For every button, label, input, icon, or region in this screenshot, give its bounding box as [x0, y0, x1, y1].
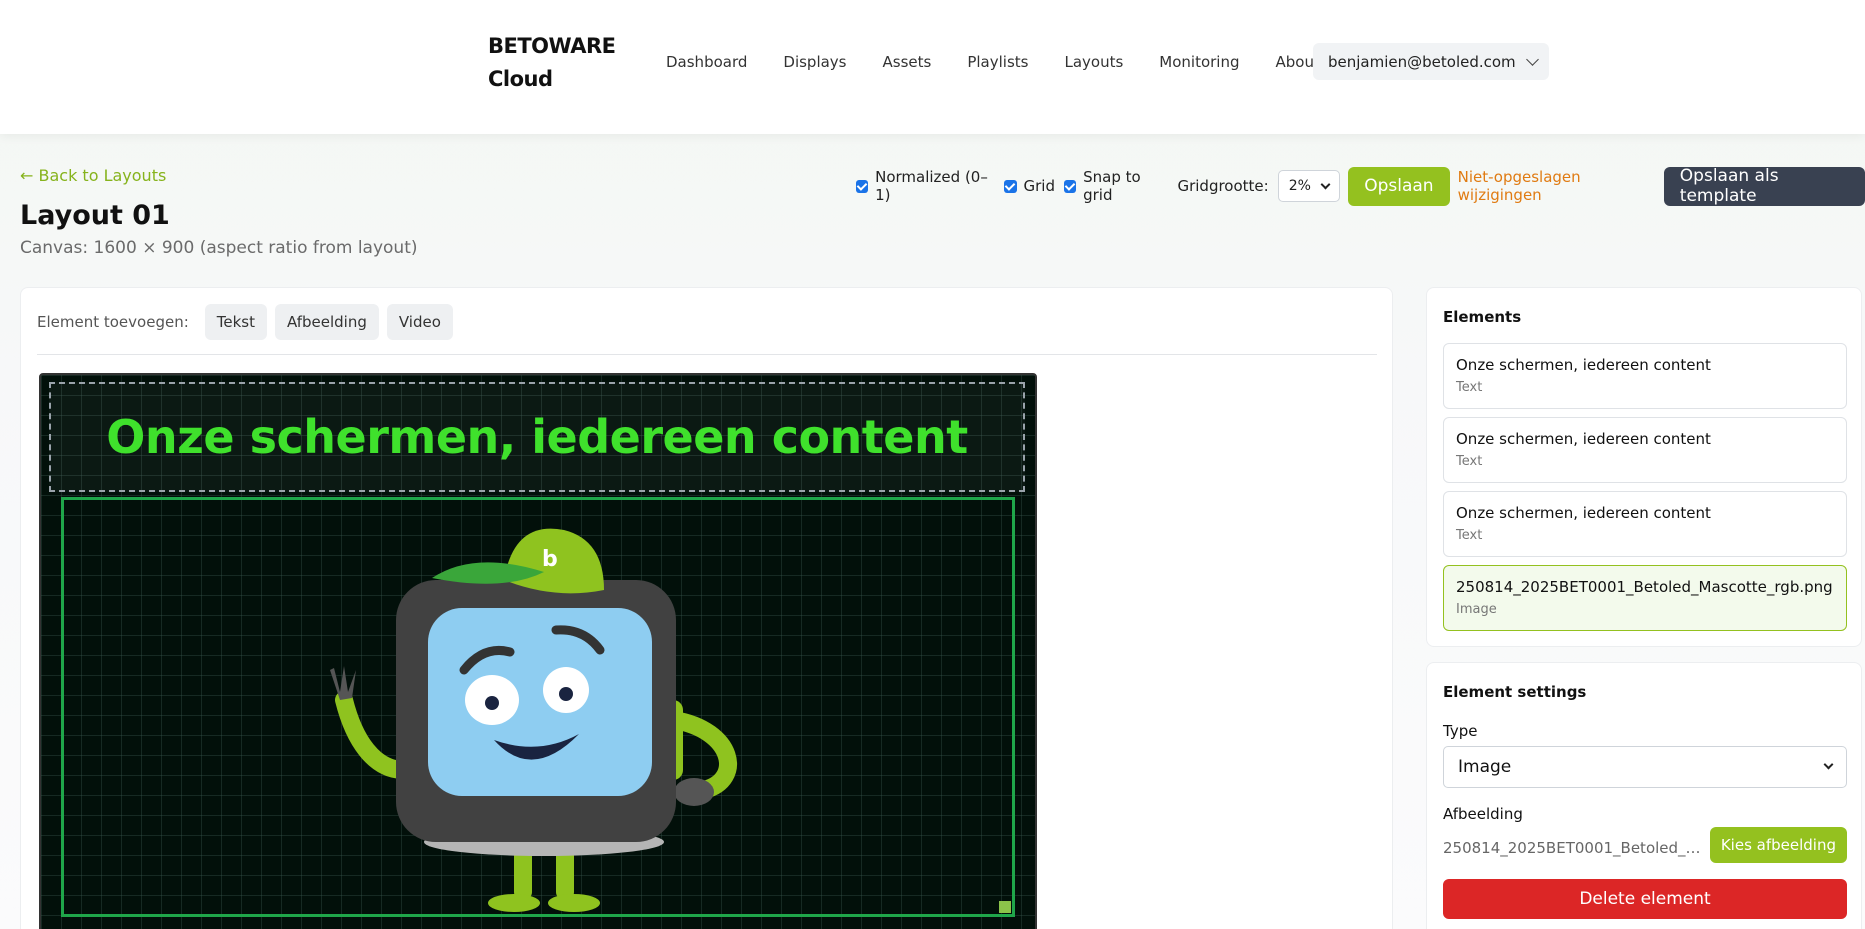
- brand-line-2: Cloud: [488, 67, 553, 91]
- gridsize-label: Gridgrootte:: [1177, 177, 1269, 195]
- brand-line-1: BETOWARE: [488, 34, 616, 58]
- element-type: Text: [1456, 380, 1483, 395]
- top-navbar: BETOWARE Cloud Dashboard Displays Assets…: [0, 0, 1865, 134]
- normalized-checkbox[interactable]: [856, 179, 869, 193]
- add-video-button[interactable]: Video: [386, 304, 453, 340]
- nav-dashboard[interactable]: Dashboard: [666, 44, 747, 80]
- type-select[interactable]: Image: [1443, 746, 1847, 788]
- normalized-toggle[interactable]: Normalized (0–1): [856, 168, 995, 204]
- grid-checkbox[interactable]: [1003, 179, 1017, 193]
- chevron-down-icon: [1525, 52, 1539, 66]
- add-element-bar: Element toevoegen: Tekst Afbeelding Vide…: [37, 304, 461, 340]
- nav-displays[interactable]: Displays: [783, 44, 846, 80]
- element-name: 250814_2025BET0001_Betoled_Mascotte_rgb.…: [1456, 578, 1833, 596]
- brand-logo[interactable]: BETOWARE Cloud: [488, 30, 618, 96]
- mascot-image: b: [330, 528, 737, 912]
- canvas-text-element[interactable]: Onze schermen, iedereen content: [49, 382, 1025, 492]
- back-to-layouts-link[interactable]: ← Back to Layouts: [20, 166, 166, 185]
- gridsize-select[interactable]: 2%: [1277, 170, 1341, 202]
- unsaved-changes-indicator: Niet-opgeslagen wijzigingen: [1457, 168, 1581, 204]
- page-title: Layout 01: [20, 200, 170, 231]
- element-list-item[interactable]: Onze schermen, iedereen content Text: [1443, 491, 1847, 557]
- settings-panel-title: Element settings: [1443, 683, 1587, 701]
- element-list-item[interactable]: Onze schermen, iedereen content Text: [1443, 417, 1847, 483]
- element-name: Onze schermen, iedereen content: [1456, 356, 1711, 374]
- nav-assets[interactable]: Assets: [883, 44, 932, 80]
- resize-handle[interactable]: [999, 901, 1011, 913]
- element-type: Text: [1456, 454, 1483, 469]
- snap-toggle[interactable]: Snap to grid: [1064, 168, 1168, 204]
- layout-toolbar: Normalized (0–1) Grid Snap to grid Gridg…: [856, 166, 1865, 206]
- elements-panel: Elements Onze schermen, iedereen content…: [1426, 287, 1862, 647]
- add-image-button[interactable]: Afbeelding: [275, 304, 379, 340]
- gridsize-value: 2%: [1288, 178, 1311, 194]
- choose-image-button[interactable]: Kies afbeelding: [1709, 827, 1847, 863]
- element-type: Image: [1456, 602, 1497, 617]
- delete-element-button[interactable]: Delete element: [1443, 879, 1847, 919]
- normalized-label: Normalized (0–1): [875, 168, 988, 204]
- element-settings-panel: Element settings Type Image Afbeelding 2…: [1426, 662, 1862, 929]
- main-nav: Dashboard Displays Assets Playlists Layo…: [666, 44, 1356, 80]
- nav-layouts[interactable]: Layouts: [1064, 44, 1123, 80]
- user-menu-button[interactable]: benjamien@betoled.com: [1313, 43, 1549, 80]
- element-name: Onze schermen, iedereen content: [1456, 430, 1711, 448]
- add-text-button[interactable]: Tekst: [204, 304, 267, 340]
- element-list-item[interactable]: Onze schermen, iedereen content Text: [1443, 343, 1847, 409]
- nav-monitoring[interactable]: Monitoring: [1159, 44, 1239, 80]
- image-label: Afbeelding: [1443, 805, 1523, 823]
- chevron-down-icon: [1320, 179, 1331, 190]
- grid-toggle[interactable]: Grid: [1003, 177, 1055, 195]
- elements-panel-title: Elements: [1443, 308, 1522, 326]
- element-type: Text: [1456, 528, 1483, 543]
- canvas-info: Canvas: 1600 × 900 (aspect ratio from la…: [20, 238, 418, 258]
- snap-label: Snap to grid: [1083, 168, 1141, 204]
- canvas-image-element[interactable]: b: [61, 497, 1015, 917]
- grid-label: Grid: [1023, 177, 1055, 195]
- save-button[interactable]: Opslaan: [1348, 166, 1450, 206]
- element-name: Onze schermen, iedereen content: [1456, 504, 1711, 522]
- add-element-label: Element toevoegen:: [37, 313, 189, 331]
- type-label: Type: [1443, 722, 1478, 740]
- element-list-item-selected[interactable]: 250814_2025BET0001_Betoled_Mascotte_rgb.…: [1443, 565, 1847, 631]
- layout-canvas[interactable]: Onze schermen, iedereen content b: [39, 373, 1037, 929]
- layout-editor-card: Element toevoegen: Tekst Afbeelding Vide…: [20, 287, 1393, 929]
- image-filename: 250814_2025BET0001_Betoled_Mascotte_rgb.…: [1443, 839, 1703, 857]
- user-email: benjamien@betoled.com: [1328, 52, 1516, 71]
- chevron-down-icon: [1823, 759, 1834, 770]
- divider: [37, 354, 1377, 355]
- save-as-template-button[interactable]: Opslaan als template: [1663, 166, 1865, 206]
- type-value: Image: [1458, 757, 1512, 777]
- svg-text:b: b: [542, 547, 558, 572]
- snap-checkbox[interactable]: [1064, 179, 1077, 193]
- nav-playlists[interactable]: Playlists: [967, 44, 1028, 80]
